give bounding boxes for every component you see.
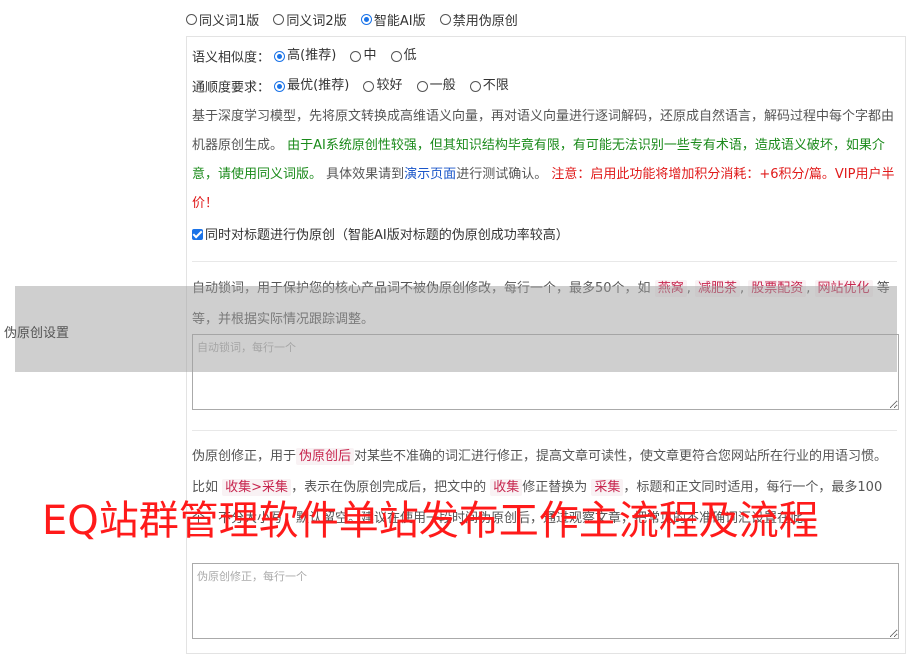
radio-dot	[360, 14, 372, 25]
title-rewrite-row: 同时对标题进行伪原创（智能AI版对标题的伪原创成功率较高）	[192, 227, 569, 245]
radio-dot	[363, 80, 375, 92]
radio-label: 同义词2版	[286, 14, 347, 29]
radio-label: 智能AI版	[373, 14, 426, 29]
radio-fluency-any[interactable]: 不限	[469, 77, 509, 95]
correction-textarea[interactable]	[192, 563, 899, 639]
divider	[192, 261, 897, 262]
highlight-overlay	[15, 286, 897, 372]
radio-dot	[274, 80, 286, 92]
similarity-label: 语义相似度：	[192, 50, 271, 66]
radio-ai-version[interactable]: 智能AI版	[360, 10, 426, 29]
version-radio-group: 同义词1版 同义词2版 智能AI版 禁用伪原创	[186, 10, 528, 29]
description-test-prefix: 具体效果请到	[326, 167, 405, 182]
radio-dot	[390, 50, 402, 62]
radio-disable-rewrite[interactable]: 禁用伪原创	[439, 10, 518, 29]
similarity-row: 语义相似度： 高(推荐) 中 低	[192, 47, 427, 68]
correction-prefix: 伪原创修正，用于	[192, 449, 297, 464]
radio-label: 中	[363, 48, 377, 63]
description-test-suffix: 进行测试确认。	[456, 167, 548, 182]
radio-label: 较好	[376, 78, 403, 93]
radio-dot	[274, 50, 286, 62]
radio-label: 高(推荐)	[287, 48, 337, 63]
divider	[192, 430, 897, 431]
title-rewrite-label: 同时对标题进行伪原创（智能AI版对标题的伪原创成功率较高）	[205, 228, 569, 243]
title-rewrite-checkbox[interactable]	[192, 229, 203, 240]
radio-dot	[439, 14, 451, 25]
radio-similarity-high[interactable]: 高(推荐)	[274, 47, 336, 65]
radio-label: 最优(推荐)	[287, 78, 350, 93]
correction-tag-after: 伪原创后	[296, 448, 355, 465]
radio-dot	[186, 14, 197, 25]
radio-label: 同义词1版	[199, 14, 260, 29]
fluency-label: 通顺度要求：	[192, 80, 271, 96]
radio-synonym-v1[interactable]: 同义词1版	[186, 10, 259, 29]
radio-synonym-v2[interactable]: 同义词2版	[273, 10, 347, 29]
radio-label: 低	[403, 48, 417, 63]
radio-similarity-mid[interactable]: 中	[350, 47, 376, 65]
fluency-row: 通顺度要求： 最优(推荐) 较好 一般 不限	[192, 77, 519, 98]
ai-description: 基于深度学习模型，先将原文转换成高维语义向量，再对语义向量进行逐词解码，还原成自…	[192, 102, 897, 218]
radio-dot	[416, 80, 428, 92]
radio-similarity-low[interactable]: 低	[390, 47, 417, 65]
radio-label: 不限	[482, 78, 509, 93]
radio-dot	[350, 50, 362, 62]
radio-fluency-best[interactable]: 最优(推荐)	[274, 77, 349, 95]
radio-label: 一般	[429, 78, 456, 93]
watermark-caption: EQ站群管理软件单站发布工作主流程及流程	[42, 498, 819, 544]
rewrite-settings-label: 伪原创设置	[4, 326, 70, 341]
demo-page-link[interactable]: 演示页面	[404, 167, 456, 182]
radio-dot	[273, 14, 285, 25]
radio-fluency-normal[interactable]: 一般	[416, 77, 456, 95]
radio-dot	[469, 80, 481, 92]
radio-fluency-good[interactable]: 较好	[363, 77, 402, 95]
radio-label: 禁用伪原创	[452, 14, 518, 29]
